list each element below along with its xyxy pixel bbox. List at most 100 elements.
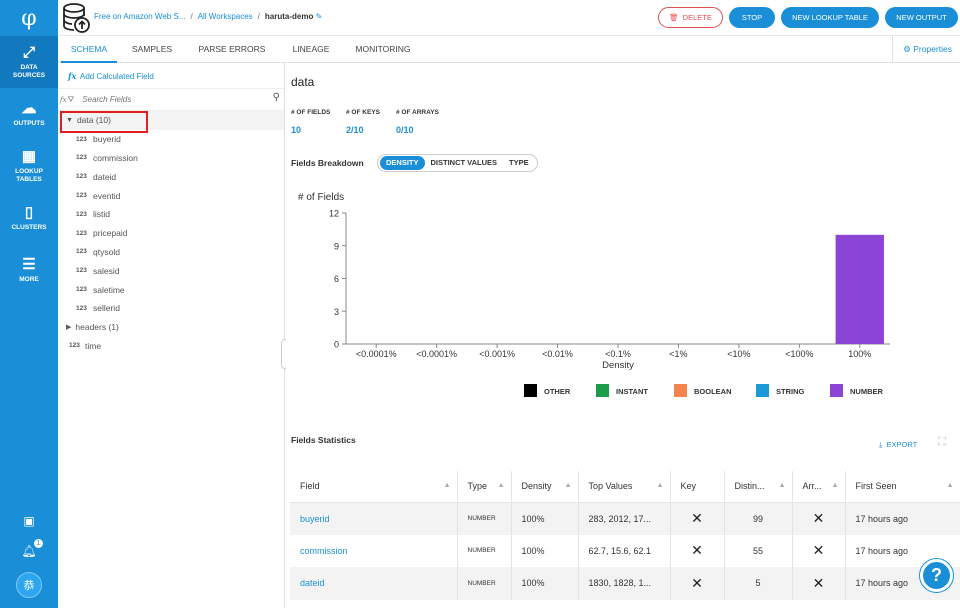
- sort-icon[interactable]: ▲: [947, 482, 954, 489]
- column-header[interactable]: First Seen ▲: [845, 471, 960, 503]
- fields-breakdown-label: Fields Breakdown: [291, 158, 364, 168]
- tree-node-label: eventid: [93, 190, 121, 201]
- x-icon: ✕: [691, 574, 703, 591]
- legend-label-instant: INSTANT: [616, 387, 648, 396]
- user-avatar[interactable]: 恭: [16, 572, 42, 598]
- stop-button[interactable]: STOP: [729, 7, 775, 28]
- breadcrumb-current: haruta-demo: [264, 12, 314, 21]
- properties-button[interactable]: ⚙ Properties: [892, 36, 960, 63]
- sort-icon[interactable]: ▲: [498, 482, 505, 489]
- breadcrumb-workspaces[interactable]: All Workspaces: [198, 12, 253, 21]
- column-header[interactable]: Key: [670, 471, 725, 503]
- table-row[interactable]: buyerid NUMBER 100% 283, 2012, 17... ✕ 99 ✕ 17 …: [290, 502, 960, 535]
- tree-node-label: buyerid: [93, 134, 121, 145]
- filter-icon[interactable]: ⛛: [68, 95, 75, 105]
- distinct-cell: 5: [724, 567, 793, 600]
- caret-right-icon[interactable]: ▶: [66, 323, 71, 331]
- new-output-button[interactable]: NEW OUTPUT: [885, 7, 958, 28]
- app-logo[interactable]: φ: [0, 0, 58, 36]
- notifications-bell-icon[interactable]: 🔔︎ 1: [0, 536, 58, 566]
- nav-more[interactable]: ☰ MORE: [0, 244, 58, 296]
- export-button[interactable]: ⤓ EXPORT: [879, 440, 917, 450]
- column-header[interactable]: Arr... ▲: [792, 471, 846, 503]
- x-tick-label: <0.1%: [605, 349, 631, 359]
- tab-lineage[interactable]: LINEAGE: [282, 36, 340, 63]
- search-icon[interactable]: ⚲: [273, 92, 280, 103]
- gear-icon: ⚙: [903, 44, 911, 54]
- sort-icon[interactable]: ▲: [832, 482, 839, 489]
- top-values-cell: 283, 2012, 17...: [578, 502, 671, 535]
- tree-node-label: listid: [93, 209, 111, 220]
- search-fields-input[interactable]: [82, 95, 253, 104]
- key-cell: ✕: [670, 534, 725, 567]
- tab-schema[interactable]: SCHEMA: [61, 36, 117, 63]
- expand-icon[interactable]: ⛶: [938, 436, 946, 449]
- field-link[interactable]: commission: [290, 534, 458, 567]
- fx-filter-icon[interactable]: fx: [60, 96, 67, 104]
- nav-lookup-tables[interactable]: ▦ LOOKUP TABLES: [0, 140, 58, 192]
- legend-swatch-other: [524, 384, 537, 397]
- column-header[interactable]: Distin... ▲: [724, 471, 793, 503]
- legend-label-other: OTHER: [544, 387, 571, 396]
- tree-node-qtysold[interactable]: 123 qtysold: [58, 243, 284, 262]
- column-header[interactable]: Top Values ▲: [578, 471, 671, 503]
- y-tick-label: 3: [334, 307, 339, 317]
- number-type-badge: 123: [76, 304, 87, 312]
- nav-outputs[interactable]: ☁ OUTPUTS: [0, 88, 58, 140]
- delete-button-label: DELETE: [682, 13, 712, 22]
- column-header[interactable]: Density ▲: [511, 471, 579, 503]
- breadcrumb-source[interactable]: Free on Amazon Web S...: [94, 12, 185, 21]
- distinct-cell: 55: [724, 534, 793, 567]
- tree-node-saletime[interactable]: 123 saletime: [58, 280, 284, 299]
- new-lookup-table-button[interactable]: NEW LOOKUP TABLE: [781, 7, 879, 28]
- tree-node-listid[interactable]: 123 listid: [58, 205, 284, 224]
- tree-node-sellerid[interactable]: 123 sellerid: [58, 299, 284, 318]
- segment-distinct-values[interactable]: DISTINCT VALUES: [425, 156, 504, 170]
- tree-node-eventid[interactable]: 123 eventid: [58, 186, 284, 205]
- tree-node-time[interactable]: 123 time: [58, 337, 284, 356]
- table-row[interactable]: commission NUMBER 100% 62.7, 15.6, 62.1 ✕ 55 ✕…: [290, 534, 960, 567]
- nav-data-sources-label-2: SOURCES: [12, 71, 46, 79]
- nav-clusters[interactable]: ▯ CLUSTERS: [0, 192, 58, 244]
- tab-monitoring[interactable]: MONITORING: [348, 36, 418, 63]
- column-header-label: Distin...: [734, 481, 765, 492]
- field-link[interactable]: buyerid: [290, 502, 458, 535]
- tree-node-headers[interactable]: ▶ headers (1): [58, 318, 284, 337]
- tree-node-commission[interactable]: 123 commission: [58, 149, 284, 168]
- edit-pencil-icon[interactable]: ✎: [316, 12, 323, 21]
- tree-node-dateid[interactable]: 123 dateid: [58, 167, 284, 186]
- docs-icon[interactable]: ▣: [0, 506, 58, 536]
- help-button[interactable]: ?: [920, 559, 953, 592]
- tree-node-pricepaid[interactable]: 123 pricepaid: [58, 224, 284, 243]
- sort-icon[interactable]: ▲: [657, 482, 664, 489]
- segment-density[interactable]: DENSITY: [380, 156, 425, 170]
- y-tick-label: 0: [334, 340, 339, 350]
- table-row[interactable]: dateid NUMBER 100% 1830, 1828, 1... ✕ 5 ✕ 17 ho…: [290, 567, 960, 600]
- tab-samples[interactable]: SAMPLES: [122, 36, 182, 63]
- legend-label-string: STRING: [776, 387, 805, 396]
- sort-icon[interactable]: ▲: [779, 482, 786, 489]
- column-header[interactable]: Field ▲: [290, 471, 458, 503]
- delete-button[interactable]: 🗑︎ DELETE: [658, 7, 723, 28]
- tab-parse-errors[interactable]: PARSE ERRORS: [192, 36, 272, 63]
- stat-arrays: # OF ARRAYS 0/10: [396, 109, 439, 135]
- nav-data-sources[interactable]: ⤢ DATA SOURCES: [0, 36, 58, 88]
- fields-statistics-table: Field ▲ Type ▲ Density ▲ Top Values ▲ Key Distin.…: [290, 471, 960, 600]
- sort-icon[interactable]: ▲: [565, 482, 572, 489]
- x-tick-label: <100%: [785, 349, 813, 359]
- segment-type[interactable]: TYPE: [503, 156, 535, 170]
- x-tick-label: <1%: [669, 349, 687, 359]
- add-calculated-field-button[interactable]: fx Add Calculated Field: [58, 63, 284, 89]
- fx-icon: fx: [68, 71, 77, 81]
- type-cell: NUMBER: [457, 502, 512, 535]
- array-cell: ✕: [792, 502, 846, 535]
- export-label: EXPORT: [886, 440, 918, 449]
- column-header[interactable]: Type ▲: [457, 471, 512, 503]
- column-header-label: Type: [467, 481, 488, 492]
- sort-icon[interactable]: ▲: [444, 482, 451, 489]
- tree-node-salesid[interactable]: 123 salesid: [58, 261, 284, 280]
- field-link[interactable]: dateid: [290, 567, 458, 600]
- column-header-label: First Seen: [855, 481, 897, 492]
- notification-badge: 1: [33, 538, 44, 549]
- x-tick-label: 100%: [848, 349, 871, 359]
